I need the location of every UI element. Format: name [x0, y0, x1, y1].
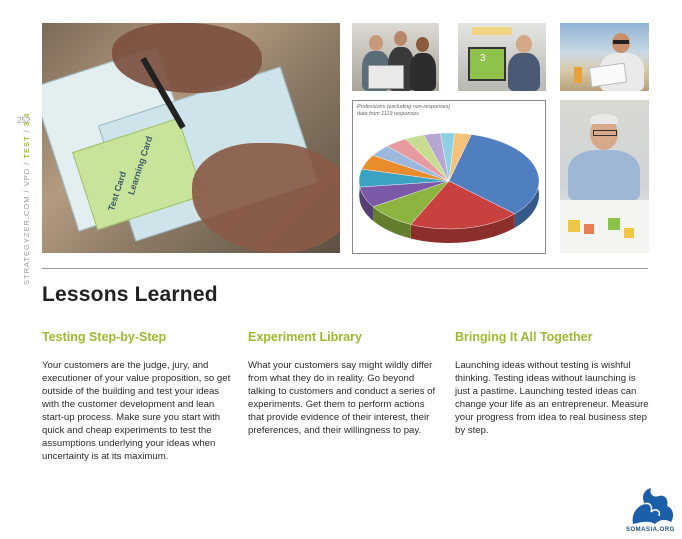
drink-glass: [574, 67, 582, 83]
screen-number: 3: [480, 53, 486, 64]
wall-notes: [472, 27, 512, 35]
person-head-3: [416, 37, 429, 52]
sticky-note-2: [584, 224, 594, 234]
column-testing-step-by-step: Testing Step-by-Step Your customers are …: [42, 330, 237, 463]
sticky-note-3: [608, 218, 620, 230]
column-bringing-it-all-together: Bringing It All Together Launching ideas…: [455, 330, 650, 437]
photo-man-at-table-with-cards: [560, 100, 649, 253]
column-body: Launching ideas without testing is wishf…: [455, 360, 649, 436]
section-divider: [42, 268, 648, 269]
column-heading: Experiment Library: [248, 330, 362, 344]
photo-team-with-laptop: [352, 23, 439, 91]
column-body: Your customers are the judge, jury, and …: [42, 360, 231, 462]
laptop: [368, 65, 404, 89]
photo-hands-writing-cards: Test Card Learning Card: [42, 23, 340, 253]
column-experiment-library: Experiment Library What your customers s…: [248, 330, 443, 437]
person-head-presenter: [516, 35, 532, 53]
sidebar-chapter: 3.4: [22, 112, 31, 127]
photo-man-reading-outdoors: [560, 23, 649, 91]
photo-man-presenting-screen: 3: [458, 23, 546, 91]
person-body-presenter: [508, 53, 540, 91]
hand-bottom: [192, 143, 340, 253]
sidebar-prefix: STRATEGYZER.COM / VPD /: [22, 158, 31, 285]
sidebar-breadcrumb: STRATEGYZER.COM / VPD / TEST / 3.4: [22, 113, 31, 285]
person-body-3: [410, 53, 436, 91]
sticky-note-4: [624, 228, 634, 238]
sidebar-separator: /: [22, 126, 31, 136]
hair-white: [590, 114, 618, 124]
person-head-1: [369, 35, 383, 51]
column-heading: Testing Step-by-Step: [42, 330, 167, 344]
chart-panel-professions: Professions (excluding non-responses) da…: [352, 100, 546, 254]
glasses: [593, 130, 617, 136]
sunglasses: [613, 40, 629, 44]
column-heading: Bringing It All Together: [455, 330, 593, 344]
watermark-text: SOMASIA.ORG: [626, 527, 675, 533]
person-body-senior: [568, 150, 640, 200]
sidebar-section: TEST: [22, 135, 31, 159]
presentation-screen: [468, 47, 506, 81]
column-body: What your customers say might wildly dif…: [248, 360, 436, 436]
pie-chart: [358, 132, 540, 244]
sticky-note-1: [568, 220, 580, 232]
page-title: Lessons Learned: [42, 283, 218, 306]
person-head-2: [394, 31, 407, 46]
